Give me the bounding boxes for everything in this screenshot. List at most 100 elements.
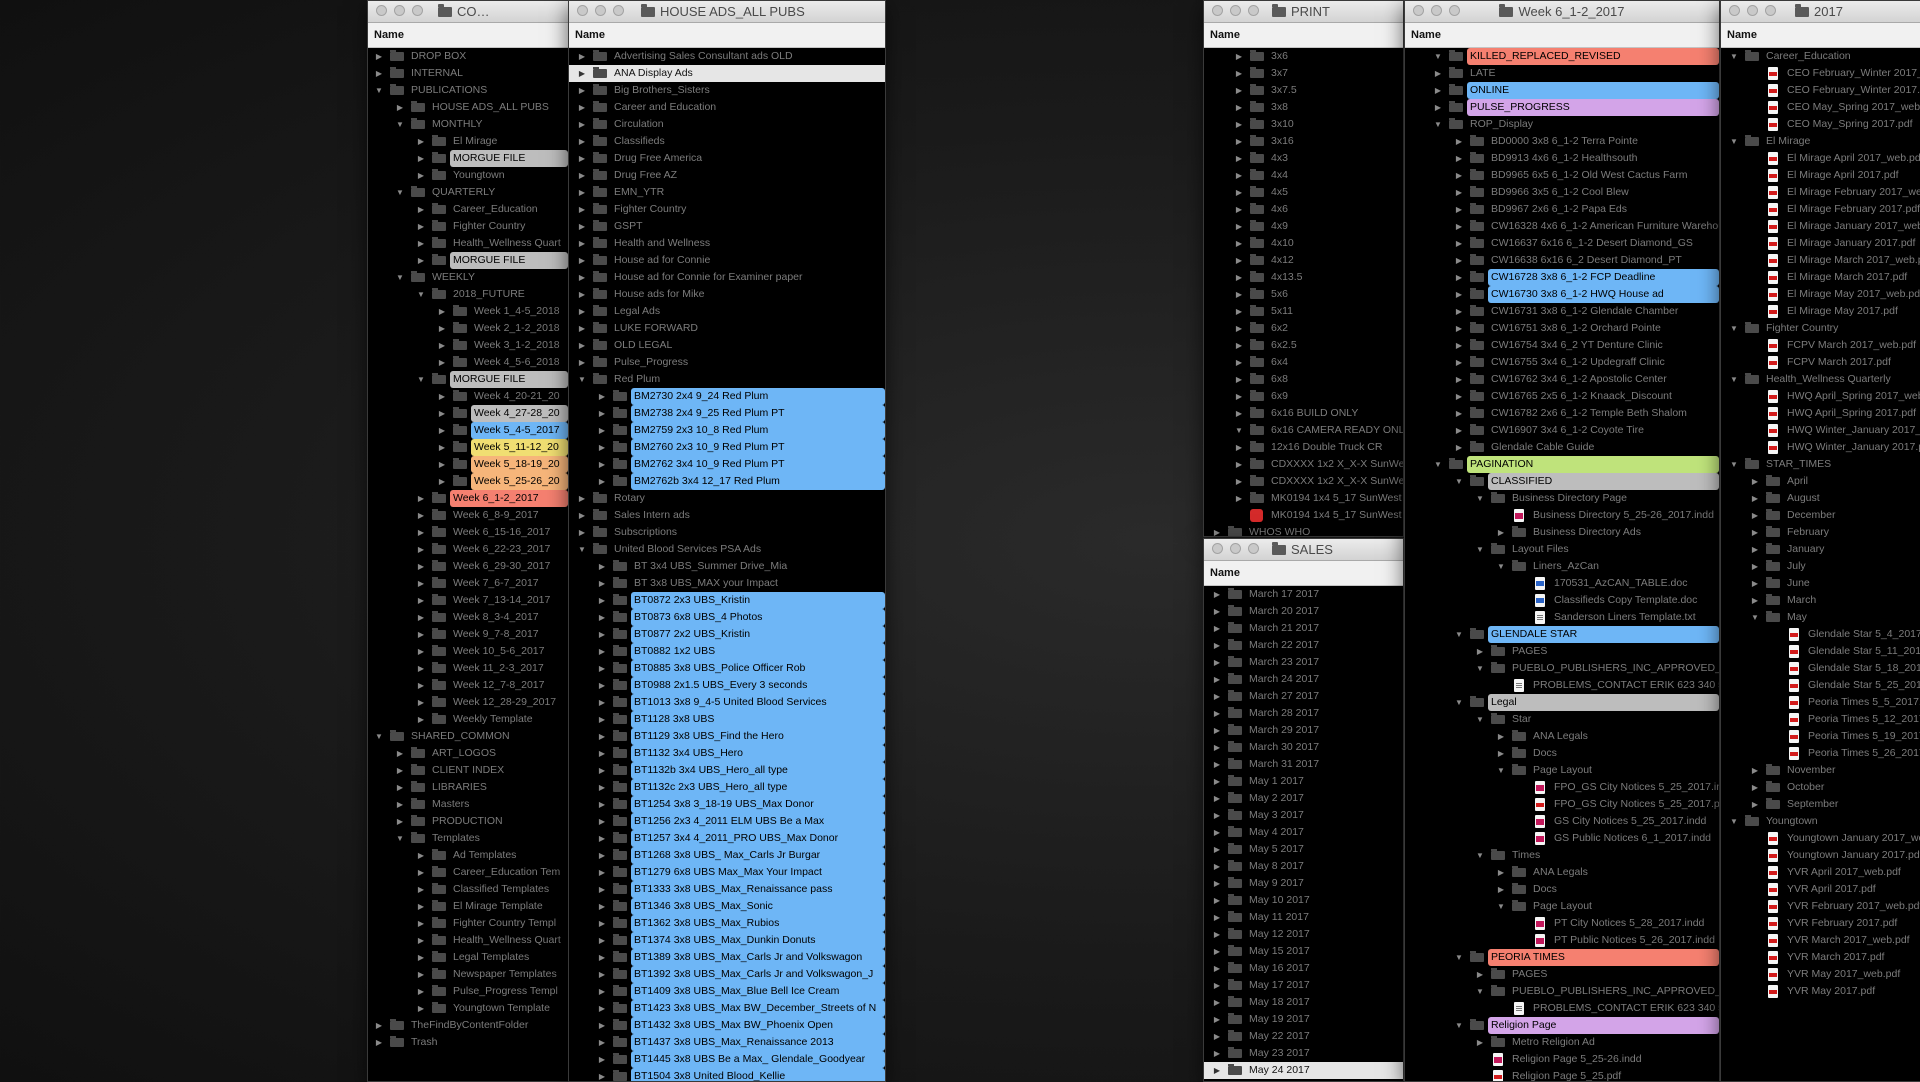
disclosure-closed-icon[interactable]: ▶ <box>577 167 587 184</box>
disclosure-closed-icon[interactable]: ▶ <box>577 184 587 201</box>
disclosure-closed-icon[interactable]: ▶ <box>1433 99 1443 116</box>
list-item[interactable]: ▶ Week 1_4-5_2018 <box>368 303 568 320</box>
disclosure-closed-icon[interactable]: ▶ <box>416 983 426 1000</box>
list-item[interactable]: ▶ CW16782 2x6 6_1-2 Temple Beth Shalom <box>1405 405 1719 422</box>
list-item[interactable]: ▶ ANA Display Ads <box>569 65 885 82</box>
list-item[interactable]: YVR May 2017.pdf <box>1721 983 1920 1000</box>
list-item[interactable]: ▶ Career_Education Tem <box>368 864 568 881</box>
list-item[interactable]: Classifieds Copy Template.doc <box>1405 592 1719 609</box>
disclosure-closed-icon[interactable]: ▶ <box>1234 116 1244 133</box>
disclosure-closed-icon[interactable]: ▶ <box>1234 303 1244 320</box>
disclosure-closed-icon[interactable]: ▶ <box>1212 892 1222 909</box>
list-item[interactable]: ▶ Drug Free America <box>569 150 885 167</box>
disclosure-closed-icon[interactable]: ▶ <box>597 813 607 830</box>
list-item[interactable]: ▶ 4x4 <box>1204 167 1403 184</box>
finder-window-2017[interactable]: 2017 Name ▼ Career_Education CEO February_… <box>1720 0 1920 1082</box>
disclosure-open-icon[interactable]: ▼ <box>1433 116 1443 133</box>
disclosure-closed-icon[interactable]: ▶ <box>1496 745 1506 762</box>
list-item[interactable]: ▶ May 10 2017 <box>1204 892 1403 909</box>
list-item[interactable]: ▶ March 29 2017 <box>1204 722 1403 739</box>
list-item[interactable]: ▶ July <box>1721 558 1920 575</box>
list-item[interactable]: El Mirage March 2017_web.pdf <box>1721 252 1920 269</box>
disclosure-closed-icon[interactable]: ▶ <box>1212 1011 1222 1028</box>
list-item[interactable]: ▶ Legal Ads <box>569 303 885 320</box>
disclosure-closed-icon[interactable]: ▶ <box>1454 286 1464 303</box>
disclosure-closed-icon[interactable]: ▶ <box>1212 841 1222 858</box>
disclosure-open-icon[interactable]: ▼ <box>1433 456 1443 473</box>
list-item[interactable]: ▶ Week 5_4-5_2017 <box>368 422 568 439</box>
list-item[interactable]: FPO_GS City Notices 5_25_2017.pdf <box>1405 796 1719 813</box>
list-item[interactable]: ▶ March 28 2017 <box>1204 705 1403 722</box>
list-item[interactable]: ▶ 4x12 <box>1204 252 1403 269</box>
disclosure-open-icon[interactable]: ▼ <box>1475 711 1485 728</box>
disclosure-closed-icon[interactable]: ▶ <box>395 813 405 830</box>
disclosure-closed-icon[interactable]: ▶ <box>416 235 426 252</box>
list-item[interactable]: ▶ 6x2.5 <box>1204 337 1403 354</box>
disclosure-closed-icon[interactable]: ▶ <box>597 422 607 439</box>
list-item[interactable]: ▶ LATE <box>1405 65 1719 82</box>
disclosure-open-icon[interactable]: ▼ <box>1234 422 1244 439</box>
disclosure-closed-icon[interactable]: ▶ <box>1234 218 1244 235</box>
disclosure-open-icon[interactable]: ▼ <box>416 371 426 388</box>
list-item[interactable]: ▶ CW16762 3x4 6_1-2 Apostolic Center <box>1405 371 1719 388</box>
list-item[interactable]: ▼ Templates <box>368 830 568 847</box>
disclosure-closed-icon[interactable]: ▶ <box>437 422 447 439</box>
list-item[interactable]: ▼ GLENDALE STAR <box>1405 626 1719 643</box>
disclosure-closed-icon[interactable]: ▶ <box>1454 303 1464 320</box>
list-item[interactable]: ▶ PULSE_PROGRESS <box>1405 99 1719 116</box>
list-item[interactable]: ▶ Health_Wellness Quart <box>368 235 568 252</box>
disclosure-open-icon[interactable]: ▼ <box>1729 813 1739 830</box>
disclosure-closed-icon[interactable]: ▶ <box>1234 439 1244 456</box>
list-item[interactable]: ▶ WHOS WHO <box>1204 524 1403 536</box>
disclosure-open-icon[interactable]: ▼ <box>1454 626 1464 643</box>
disclosure-closed-icon[interactable]: ▶ <box>597 626 607 643</box>
disclosure-closed-icon[interactable]: ▶ <box>577 150 587 167</box>
list-item[interactable]: ▶ Week 4_5-6_2018 <box>368 354 568 371</box>
list-item[interactable]: PT Public Notices 5_26_2017.indd <box>1405 932 1719 949</box>
list-item[interactable]: ▶ March 30 2017 <box>1204 739 1403 756</box>
list-item[interactable]: ▼ MORGUE FILE <box>368 371 568 388</box>
list-item[interactable]: ▶ El Mirage Template <box>368 898 568 915</box>
list-item[interactable]: ▶ Advertising Sales Consultant ads OLD <box>569 48 885 65</box>
disclosure-closed-icon[interactable]: ▶ <box>597 728 607 745</box>
list-item[interactable]: ▶ CW16730 3x8 6_1-2 HWQ House ad <box>1405 286 1719 303</box>
list-item[interactable]: ▶ OLD LEGAL <box>569 337 885 354</box>
disclosure-closed-icon[interactable]: ▶ <box>1212 654 1222 671</box>
finder-window-week6[interactable]: Week 6_1-2_2017 Name ▼ KILLED_REPLACED_RE… <box>1404 0 1720 1082</box>
list-item[interactable]: ▶ Trash <box>368 1034 568 1051</box>
disclosure-closed-icon[interactable]: ▶ <box>416 575 426 592</box>
list-item[interactable]: ▶ March <box>1721 592 1920 609</box>
disclosure-closed-icon[interactable]: ▶ <box>1234 269 1244 286</box>
disclosure-closed-icon[interactable]: ▶ <box>597 796 607 813</box>
list-item[interactable]: ▶ CW16637 6x16 6_1-2 Desert Diamond_GS <box>1405 235 1719 252</box>
disclosure-closed-icon[interactable]: ▶ <box>577 354 587 371</box>
disclosure-open-icon[interactable]: ▼ <box>1729 320 1739 337</box>
list-item[interactable]: HWQ Winter_January 2017.pdf <box>1721 439 1920 456</box>
disclosure-closed-icon[interactable]: ▶ <box>395 779 405 796</box>
disclosure-closed-icon[interactable]: ▶ <box>577 218 587 235</box>
list-item[interactable]: ▶ May 2 2017 <box>1204 790 1403 807</box>
list-item[interactable]: ▶ Week 4_27-28_20 <box>368 405 568 422</box>
list-item[interactable]: ▶ May 11 2017 <box>1204 909 1403 926</box>
list-item[interactable]: El Mirage May 2017.pdf <box>1721 303 1920 320</box>
list-item[interactable]: ▶ BT 3x4 UBS_Summer Drive_Mia <box>569 558 885 575</box>
disclosure-closed-icon[interactable]: ▶ <box>416 643 426 660</box>
disclosure-closed-icon[interactable]: ▶ <box>416 660 426 677</box>
disclosure-open-icon[interactable]: ▼ <box>1729 456 1739 473</box>
disclosure-closed-icon[interactable]: ▶ <box>1454 320 1464 337</box>
disclosure-closed-icon[interactable]: ▶ <box>597 1034 607 1051</box>
list-item[interactable]: ▶ October <box>1721 779 1920 796</box>
list-item[interactable]: ▶ BM2759 2x3 10_8 Red Plum <box>569 422 885 439</box>
list-item[interactable]: ▶ El Mirage <box>368 133 568 150</box>
list-item[interactable]: ▶ CW16728 3x8 6_1-2 FCP Deadline <box>1405 269 1719 286</box>
disclosure-open-icon[interactable]: ▼ <box>395 830 405 847</box>
disclosure-closed-icon[interactable]: ▶ <box>416 864 426 881</box>
disclosure-closed-icon[interactable]: ▶ <box>597 575 607 592</box>
disclosure-closed-icon[interactable]: ▶ <box>1433 65 1443 82</box>
disclosure-closed-icon[interactable]: ▶ <box>597 456 607 473</box>
list-item[interactable]: HWQ April_Spring 2017_web.pdf <box>1721 388 1920 405</box>
list-item[interactable]: ▶ CW16328 4x6 6_1-2 American Furniture Wa… <box>1405 218 1719 235</box>
disclosure-closed-icon[interactable]: ▶ <box>1212 773 1222 790</box>
disclosure-closed-icon[interactable]: ▶ <box>1234 252 1244 269</box>
disclosure-closed-icon[interactable]: ▶ <box>1234 133 1244 150</box>
